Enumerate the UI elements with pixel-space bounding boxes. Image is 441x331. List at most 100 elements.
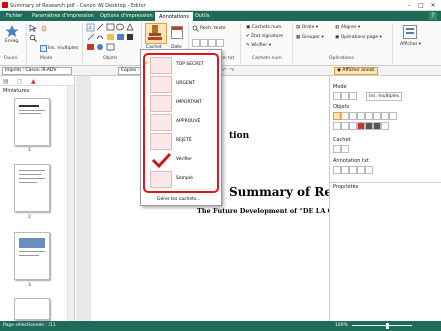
obj-tool[interactable]: [349, 122, 357, 130]
obj-tool[interactable]: [357, 122, 365, 130]
zoom-slider-thumb[interactable]: [386, 323, 389, 329]
select-tool[interactable]: [333, 92, 341, 100]
tab-annotations[interactable]: Annotations: [154, 11, 195, 21]
section-proprietes: Propriétés: [333, 184, 359, 190]
aligner-label: Aligner: [340, 25, 357, 30]
maximize-button[interactable]: □: [415, 1, 427, 10]
rech-texte-button[interactable]: Rech. texte: [200, 26, 226, 31]
cachet-button[interactable]: [145, 23, 167, 44]
stamp-item-sample[interactable]: Sample: [148, 170, 218, 189]
stamp-item-top-secret[interactable]: TOP SECRET: [148, 56, 218, 75]
tab-fichier[interactable]: Fichier: [2, 11, 26, 21]
obj-tool[interactable]: [333, 112, 341, 120]
minimize-button[interactable]: –: [403, 1, 415, 10]
page-number: 2: [28, 215, 31, 220]
section-mode: Mode: [333, 84, 347, 90]
afficher-label: Afficher: [400, 42, 418, 47]
verifier-button[interactable]: ✎ Vérifier ▾: [246, 43, 271, 48]
operations-page-label: Opérations page: [340, 35, 379, 40]
stamp-thumbnail: [150, 76, 172, 93]
app-icon: [2, 2, 8, 8]
annot-tool-2[interactable]: [200, 39, 208, 47]
enreg-button[interactable]: Enreg.: [5, 39, 20, 44]
zoom-icon[interactable]: [29, 34, 37, 42]
annotation-tools-panel: [333, 166, 373, 176]
page-thumbnail-3[interactable]: [14, 232, 50, 280]
page-thumbnail-4[interactable]: [14, 298, 50, 320]
stamp-panel-icon[interactable]: ▲: [31, 78, 36, 85]
grouper-button[interactable]: ▦ Grouper ▾: [296, 35, 324, 40]
annot-tool-3[interactable]: [208, 39, 216, 47]
redo-icon[interactable]: ↷: [230, 67, 236, 74]
obj-tool[interactable]: [341, 112, 349, 120]
obj-tool[interactable]: [333, 122, 341, 130]
obj-tool[interactable]: [373, 122, 381, 130]
obj-tool[interactable]: [365, 122, 373, 130]
operations-page-button[interactable]: ▣ Opérations page ▾: [335, 35, 382, 40]
printer-select[interactable]: Imprim : Canon iR-ADV: [2, 67, 72, 75]
annot-tool[interactable]: [333, 166, 341, 174]
annot-tool[interactable]: [349, 166, 357, 174]
stamp-item-approuve[interactable]: APPROUVÉ: [148, 113, 218, 132]
cachets-num-button[interactable]: ▣ Cachets num.: [246, 25, 283, 30]
stamp-item-verifier[interactable]: Vérifier: [148, 151, 218, 170]
ins-multiples-button[interactable]: Ins. multiples: [48, 46, 78, 51]
manage-stamps-button[interactable]: Gérer les cachets...: [143, 195, 219, 204]
afficher-annot-button[interactable]: ◉ Afficher annot.: [334, 67, 378, 75]
stamp-item-urgent[interactable]: URGENT: [148, 75, 218, 94]
stamp-item-rejete[interactable]: REJETÉ: [148, 132, 218, 151]
ins-multiples-toggle[interactable]: Ins. multiples: [366, 92, 403, 101]
obj-tool[interactable]: [373, 112, 381, 120]
separator: [392, 23, 393, 63]
etat-signature-label: État signature: [251, 34, 283, 39]
multi-insert-icon: [40, 45, 47, 52]
obj-tool[interactable]: [349, 112, 357, 120]
calendar-icon[interactable]: [171, 26, 183, 39]
panel-tabs: ▤ ◻ ▲: [0, 76, 75, 86]
annot-tool[interactable]: [365, 166, 373, 174]
ordre-button[interactable]: ▤ Ordre ▾: [296, 25, 318, 30]
stamp-thumbnail: [150, 57, 172, 74]
stamp-tool[interactable]: [333, 145, 341, 153]
zoom-slider[interactable]: [352, 325, 412, 326]
obj-tool[interactable]: [341, 122, 349, 130]
obj-tool[interactable]: [389, 112, 397, 120]
hand-icon[interactable]: [40, 24, 48, 32]
page-thumbnails-icon[interactable]: ▤: [3, 78, 9, 85]
afficher-button[interactable]: Afficher ▾: [400, 42, 421, 47]
aligner-button[interactable]: ▥ Aligner ▾: [335, 25, 360, 30]
obj-tool[interactable]: [381, 112, 389, 120]
star-icon[interactable]: [5, 24, 19, 38]
page-thumbnail-2[interactable]: [14, 164, 50, 212]
date-tool[interactable]: [341, 145, 349, 153]
group-label-cachets-num: Cachets num.: [252, 56, 284, 61]
annot-tool-1[interactable]: [192, 39, 200, 47]
obj-tool[interactable]: [365, 112, 373, 120]
tab-outils[interactable]: Outils: [191, 11, 213, 21]
stamp-label: IMPORTANT: [176, 100, 202, 105]
display-icon[interactable]: [403, 25, 417, 39]
annot-tool[interactable]: [357, 166, 365, 174]
select-arrow-icon[interactable]: [29, 24, 38, 32]
zoom-tool[interactable]: [349, 92, 357, 100]
comments-icon[interactable]: ◻: [17, 78, 22, 85]
stamp-label: TOP SECRET: [176, 62, 204, 67]
annot-tool[interactable]: [341, 166, 349, 174]
etat-signature-button[interactable]: ✔ État signature: [246, 34, 283, 39]
page-subtitle: The Future Development of “DE LA C: [197, 207, 333, 215]
obj-tool[interactable]: [357, 112, 365, 120]
hand-tool[interactable]: [341, 92, 349, 100]
undo-icon[interactable]: ↶: [222, 67, 228, 74]
help-icon[interactable]: ?: [429, 12, 437, 20]
red-check-icon: [150, 152, 172, 169]
tab-parametres-impression[interactable]: Paramètres d'impression: [28, 11, 98, 21]
stamp-label: REJETÉ: [176, 138, 192, 143]
tab-options-impression[interactable]: Options d'impression: [96, 11, 157, 21]
obj-tool[interactable]: [381, 122, 389, 130]
stamp-item-important[interactable]: IMPORTANT: [148, 94, 218, 113]
scrollbar[interactable]: [67, 86, 74, 321]
annot-tool-4[interactable]: [216, 39, 224, 47]
page-thumbnail-1[interactable]: [14, 98, 50, 146]
close-button[interactable]: ✕: [427, 1, 439, 10]
stamp-dropdown: ✔ TOP SECRET URGENT IMPORTANT APPROUVÉ R…: [140, 49, 222, 206]
